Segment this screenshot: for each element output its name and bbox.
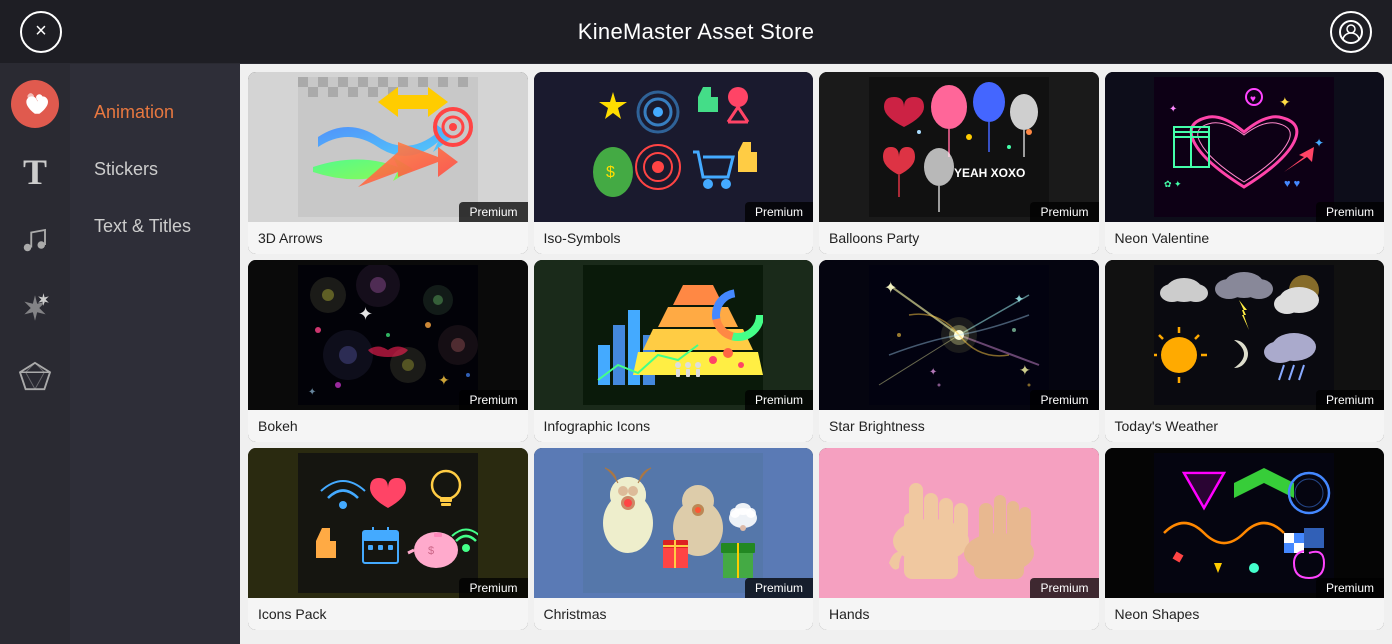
thumb-star-brightness: ✦ ✦ ✦ ✦ Premium: [819, 260, 1099, 410]
content-area[interactable]: Premium 3D Arrows: [240, 64, 1392, 644]
close-icon: ×: [35, 20, 47, 43]
header: × KineMaster Asset Store: [0, 0, 1392, 64]
music-icon: [20, 225, 50, 255]
asset-grid: Premium 3D Arrows: [248, 72, 1384, 630]
heart-icon: [22, 91, 48, 117]
main-layout: T Animation Stickers Text & T: [0, 64, 1392, 644]
svg-text:✦: ✦: [884, 280, 897, 297]
premium-badge-balloons: Premium: [1030, 202, 1098, 222]
profile-icon: [1339, 20, 1363, 44]
premium-badge-hands: Premium: [1030, 578, 1098, 598]
premium-badge-weather: Premium: [1316, 390, 1384, 410]
sidebar-item-premium[interactable]: [5, 346, 65, 406]
svg-text:✿ ✦: ✿ ✦: [1164, 179, 1182, 189]
close-button[interactable]: ×: [20, 11, 62, 53]
premium-badge-neon-shapes: Premium: [1316, 578, 1384, 598]
premium-badge-star-brightness: Premium: [1030, 390, 1098, 410]
svg-text:$: $: [606, 164, 615, 181]
thumb-3d-arrows: Premium: [248, 72, 528, 222]
thumb-infographic: Premium: [534, 260, 814, 410]
label-hands: Hands: [819, 598, 1099, 630]
label-balloons-party: Balloons Party: [819, 222, 1099, 254]
thumb-balloons: YEAH XOXO Premium: [819, 72, 1099, 222]
label-iso-symbols: Iso-Symbols: [534, 222, 814, 254]
label-christmas: Christmas: [534, 598, 814, 630]
grid-item-iso-symbols[interactable]: $ Premium Iso-Symbols: [534, 72, 814, 254]
diamond-icon: [18, 361, 52, 391]
grid-item-3d-arrows[interactable]: Premium 3D Arrows: [248, 72, 528, 254]
premium-badge-infographic: Premium: [745, 390, 813, 410]
thumb-icons: $ Premium: [248, 448, 528, 598]
thumb-bokeh: ✦ ✦ ✦ Premium: [248, 260, 528, 410]
svg-text:✦: ✦: [1314, 136, 1324, 150]
label-todays-weather: Today's Weather: [1105, 410, 1385, 442]
thumb-weather: Premium: [1105, 260, 1385, 410]
thumb-neon-valentine: ✦ ✦ ✦ ♥ ♥ ♥ ✿ ✦ Premium: [1105, 72, 1385, 222]
svg-text:✦: ✦: [438, 372, 450, 388]
thumb-neon-shapes: Premium: [1105, 448, 1385, 598]
sidebar-item-music[interactable]: [5, 210, 65, 270]
sidebar-item-effects[interactable]: [5, 278, 65, 338]
label-3d-arrows: 3D Arrows: [248, 222, 528, 254]
premium-badge-bokeh: Premium: [459, 390, 527, 410]
premium-badge-icons: Premium: [459, 578, 527, 598]
grid-item-infographic-icons[interactable]: Premium Infographic Icons: [534, 260, 814, 442]
premium-badge-3d-arrows: Premium: [459, 202, 527, 222]
grid-item-bokeh[interactable]: ✦ ✦ ✦ Premium Bokeh: [248, 260, 528, 442]
svg-text:✦: ✦: [1169, 104, 1177, 115]
category-nav: Animation Stickers Text & Titles: [70, 64, 240, 644]
svg-text:✦: ✦: [1014, 292, 1024, 306]
grid-item-christmas[interactable]: Premium Christmas: [534, 448, 814, 630]
grid-item-neon-shapes[interactable]: Premium Neon Shapes: [1105, 448, 1385, 630]
svg-text:$: $: [428, 545, 434, 557]
category-item-stickers[interactable]: Stickers: [70, 141, 240, 198]
grid-item-balloons-party[interactable]: YEAH XOXO Premium Balloons Party: [819, 72, 1099, 254]
label-infographic-icons: Infographic Icons: [534, 410, 814, 442]
svg-text:✦: ✦: [358, 304, 373, 324]
label-icons-pack: Icons Pack: [248, 598, 528, 630]
sidebar-item-text[interactable]: T: [5, 142, 65, 202]
grid-item-neon-valentine[interactable]: ✦ ✦ ✦ ♥ ♥ ♥ ✿ ✦ Premium Neon Valentine: [1105, 72, 1385, 254]
icon-sidebar: T: [0, 64, 70, 644]
thumb-hands: Premium: [819, 448, 1099, 598]
label-bokeh: Bokeh: [248, 410, 528, 442]
header-title: KineMaster Asset Store: [578, 19, 814, 45]
svg-text:✦: ✦: [1279, 94, 1291, 110]
profile-button[interactable]: [1330, 11, 1372, 53]
label-star-brightness: Star Brightness: [819, 410, 1099, 442]
svg-text:✦: ✦: [308, 387, 316, 398]
premium-badge-iso: Premium: [745, 202, 813, 222]
label-neon-valentine: Neon Valentine: [1105, 222, 1385, 254]
sidebar-item-favorites[interactable]: [5, 74, 65, 134]
effects-icon: [18, 291, 52, 325]
grid-item-hands[interactable]: Premium Hands: [819, 448, 1099, 630]
svg-text:YEAH XOXO: YEAH XOXO: [954, 166, 1025, 180]
svg-text:♥: ♥: [1250, 94, 1256, 105]
label-neon-shapes: Neon Shapes: [1105, 598, 1385, 630]
svg-text:♥ ♥: ♥ ♥: [1284, 178, 1300, 190]
grid-item-star-brightness[interactable]: ✦ ✦ ✦ ✦ Premium Star B: [819, 260, 1099, 442]
svg-text:✦: ✦: [1019, 362, 1031, 378]
grid-item-icons-pack[interactable]: $ Premium Icons Pack: [248, 448, 528, 630]
thumb-iso-symbols: $ Premium: [534, 72, 814, 222]
svg-text:✦: ✦: [929, 367, 937, 378]
premium-badge-neon-valentine: Premium: [1316, 202, 1384, 222]
category-item-text-titles[interactable]: Text & Titles: [70, 198, 240, 255]
category-item-animation[interactable]: Animation: [70, 84, 240, 141]
thumb-christmas: Premium: [534, 448, 814, 598]
premium-badge-christmas: Premium: [745, 578, 813, 598]
grid-item-todays-weather[interactable]: Premium Today's Weather: [1105, 260, 1385, 442]
text-t-icon: T: [23, 151, 47, 193]
